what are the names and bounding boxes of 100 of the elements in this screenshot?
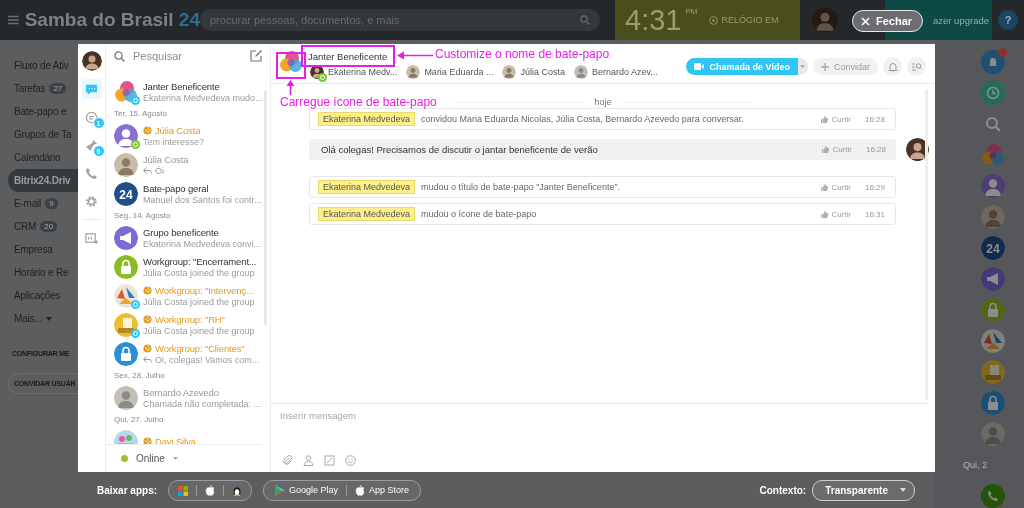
menu-item[interactable]: Fluxo de Ativ bbox=[0, 54, 78, 77]
avatar-icon bbox=[114, 385, 138, 410]
app-store-button[interactable]: App Store bbox=[355, 484, 410, 496]
chat-item[interactable]: Júlia Costa Ói bbox=[106, 150, 270, 179]
clock-in-button[interactable]: RELÓGIO EM bbox=[709, 15, 779, 25]
document-icon[interactable] bbox=[324, 455, 335, 466]
thumbs-up-icon bbox=[822, 146, 830, 153]
video-call-button[interactable]: Chamada de Vídeo bbox=[686, 58, 798, 75]
person-icon[interactable] bbox=[303, 455, 314, 466]
globe-icon bbox=[143, 314, 152, 324]
avatar-icon bbox=[114, 283, 138, 308]
chat-title[interactable]: Janter Beneficente bbox=[308, 50, 388, 62]
message-time: 16:29 bbox=[864, 182, 885, 192]
avatar-icon bbox=[981, 267, 1005, 291]
avatar-icon bbox=[981, 298, 1005, 322]
count-badge: 27 bbox=[49, 83, 67, 94]
like-button[interactable]: Curtir bbox=[822, 145, 852, 154]
bell-icon bbox=[887, 61, 898, 72]
member-link[interactable]: Maria Eduarda ... bbox=[406, 65, 494, 79]
notification-button[interactable] bbox=[981, 50, 1005, 74]
message-text: Olá colegas! Precisamos de discutir o jantar beneficente de verão bbox=[321, 144, 598, 155]
chat-preview: Júlia Costa joined the group bbox=[143, 296, 255, 307]
avatar-icon bbox=[812, 7, 838, 33]
chat-title: Júlia Costa bbox=[143, 124, 205, 136]
chat-title: Workgroup: "Clientes" bbox=[143, 342, 260, 354]
globe-icon bbox=[143, 125, 152, 135]
phone-button[interactable] bbox=[981, 484, 1005, 508]
chat-item[interactable]: Júlia Costa Tem interesse? bbox=[106, 121, 270, 150]
apps-label: Baixar apps: bbox=[97, 484, 158, 496]
menu-item[interactable]: Tarefas 27 bbox=[0, 77, 78, 100]
penguin-icon[interactable] bbox=[232, 484, 243, 496]
avatar-icon bbox=[114, 254, 138, 279]
logo[interactable]: Samba do Brasil 24 bbox=[24, 9, 200, 31]
menu-item[interactable]: Mais... bbox=[0, 307, 78, 330]
apple-icon[interactable] bbox=[205, 484, 216, 496]
windows-icon[interactable] bbox=[178, 484, 189, 496]
thumbs-up-icon bbox=[821, 183, 829, 191]
chat-title: Workgroup: "Intervenç... bbox=[143, 284, 255, 296]
date-label: Qui, 2 bbox=[963, 460, 987, 470]
chat-item[interactable]: Workgroup: "RH" Júlia Costa joined the group bbox=[106, 310, 270, 339]
help-button[interactable]: ? bbox=[998, 10, 1018, 30]
menu-item[interactable]: E-mail 9 bbox=[0, 192, 78, 215]
caret-icon bbox=[900, 488, 906, 492]
chat-item[interactable]: Workgroup: "Clientes" Oi, colegas! Vamos com... bbox=[106, 339, 270, 368]
chat-item[interactable]: Bernardo Azevedo Chamada não completada: ... bbox=[106, 383, 270, 412]
search-icon bbox=[114, 50, 125, 62]
upgrade-link[interactable]: azer upgrade bbox=[933, 14, 989, 26]
globe-icon bbox=[143, 285, 152, 295]
chat-item[interactable]: Janter Beneficente Ekaterina Medvedeva mudo... bbox=[106, 77, 270, 106]
dropdown-button[interactable] bbox=[797, 58, 808, 75]
chat-item[interactable]: Workgroup: "Encerrament... Júlia Costa joined the group bbox=[106, 252, 270, 281]
menu-item[interactable]: CRM 20 bbox=[0, 215, 78, 238]
clock-button[interactable] bbox=[981, 81, 1005, 105]
member-link[interactable]: Júlia Costa bbox=[502, 65, 565, 79]
avatar-icon bbox=[981, 360, 1005, 384]
like-button[interactable]: Curtir bbox=[821, 114, 851, 124]
avatar-icon bbox=[114, 123, 138, 148]
chat-preview: Oi, colegas! Vamos com... bbox=[155, 354, 260, 365]
menu-item[interactable]: Bitrix24.Driv bbox=[8, 169, 78, 192]
menu-item[interactable]: Empresa bbox=[0, 238, 78, 261]
member-link[interactable]: Ekaterina Medv... bbox=[310, 65, 398, 79]
smiley-icon[interactable] bbox=[345, 455, 356, 466]
menu-item[interactable]: Calendário bbox=[0, 146, 78, 169]
avatar-icon bbox=[981, 422, 1005, 446]
context-dropdown[interactable]: Transparente bbox=[812, 479, 915, 501]
bell-button[interactable] bbox=[883, 57, 902, 76]
chat-title: Workgroup: "Encerrament... bbox=[143, 255, 257, 267]
chat-item[interactable]: 24 Bate-papo geral Manuel dos Santos foi contr... bbox=[106, 179, 270, 208]
close-button[interactable]: Fechar bbox=[852, 10, 924, 32]
avatar-icon bbox=[981, 329, 1005, 353]
author-tag[interactable]: Ekaterina Medvedeva bbox=[318, 180, 416, 194]
menu-item[interactable]: Grupos de Ta bbox=[0, 123, 78, 146]
menu-icon[interactable] bbox=[8, 15, 19, 25]
compose-icon[interactable] bbox=[250, 50, 262, 62]
status-selector[interactable]: Online bbox=[106, 444, 262, 472]
chat-item[interactable]: Grupo beneficente Ekaterina Medvedeva convi... bbox=[106, 223, 270, 252]
avatar-icon bbox=[279, 50, 303, 74]
pin-icon bbox=[85, 138, 98, 152]
message-text: mudou o ícone de bate-papo bbox=[421, 209, 537, 219]
chat-tab[interactable] bbox=[81, 79, 102, 99]
invite-button[interactable]: Convidar bbox=[812, 58, 878, 75]
annotation-text: Customize o nome de bate-papo bbox=[435, 47, 610, 61]
member-link[interactable]: Bernardo Azev... bbox=[573, 65, 658, 79]
search-button[interactable] bbox=[907, 57, 926, 76]
chat-item[interactable]: Workgroup: "Intervenç... Júlia Costa joined the group bbox=[106, 281, 270, 310]
board-icon bbox=[85, 231, 98, 245]
google-play-button[interactable]: Google Play bbox=[275, 484, 339, 496]
avatar-icon bbox=[114, 341, 138, 366]
menu-item[interactable]: Bate-papo e bbox=[0, 100, 78, 123]
menu-item[interactable]: Aplicações bbox=[0, 284, 78, 307]
paperclip-icon[interactable] bbox=[282, 455, 293, 466]
author-tag[interactable]: Ekaterina Medvedeva bbox=[318, 207, 416, 221]
thumbs-up-icon bbox=[821, 115, 829, 123]
author-tag[interactable]: Ekaterina Medvedeva bbox=[318, 112, 416, 126]
like-button[interactable]: Curtir bbox=[821, 182, 851, 192]
avatar-icon bbox=[981, 391, 1005, 415]
day-divider: hoje bbox=[594, 97, 612, 107]
plus-icon bbox=[820, 62, 829, 71]
menu-item[interactable]: Horário e Re bbox=[0, 261, 78, 284]
like-button[interactable]: Curtir bbox=[821, 209, 851, 219]
